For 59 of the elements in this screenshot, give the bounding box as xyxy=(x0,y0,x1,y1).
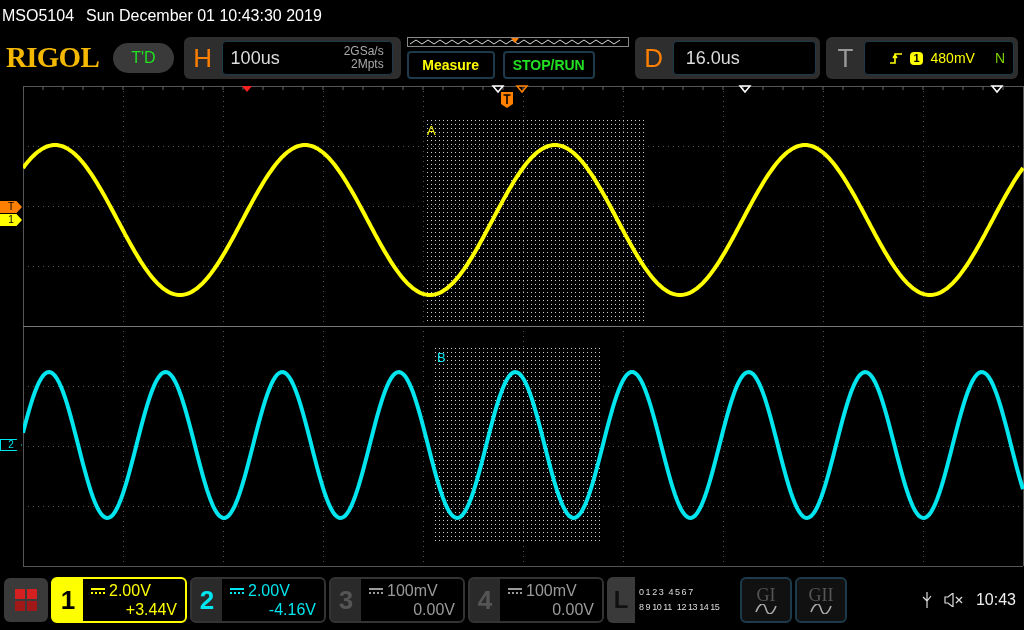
delay-label: D xyxy=(643,41,665,75)
horizontal-label: H xyxy=(192,41,213,75)
channel-numbers: 0 1 2 3 xyxy=(639,586,664,599)
zone-label: A xyxy=(427,122,436,140)
sine-icon xyxy=(755,604,777,614)
dc-coupling-icon xyxy=(91,587,105,594)
trigger-level: 480mV xyxy=(930,48,975,68)
horizontal-panel[interactable]: H 100us 2GSa/s 2Mpts xyxy=(183,37,401,79)
dc-coupling-icon xyxy=(508,587,522,594)
marker-icon xyxy=(738,85,752,94)
trigger-label: T xyxy=(836,41,855,75)
channel-number: 1 xyxy=(59,583,77,617)
model-name: MSO5104 xyxy=(2,6,75,26)
channel-panel[interactable]: 1 2.00V +3.44V xyxy=(51,577,187,623)
channel-numbers: 8 9 10 11 xyxy=(639,601,672,614)
status-badge: T'D xyxy=(113,43,174,73)
trigger-position-icon xyxy=(501,92,513,108)
marker-icon xyxy=(990,85,1004,94)
sine-icon xyxy=(810,604,832,614)
channel-offset: 0.00V xyxy=(413,600,455,619)
channel-numbers: 12 13 14 15 xyxy=(676,601,720,614)
channel-offset: 0.00V xyxy=(552,600,594,619)
timebase-value: 100us xyxy=(230,46,280,70)
stop-run-button[interactable]: STOP/RUN xyxy=(502,51,595,79)
menu-button[interactable] xyxy=(4,578,48,622)
marker-icon xyxy=(242,86,252,92)
channel-marker[interactable]: 1 xyxy=(0,214,22,226)
memory-depth: 2Mpts xyxy=(351,58,384,71)
channel-offset: +3.44V xyxy=(125,600,177,619)
grid-icon xyxy=(15,589,37,611)
channel-scale: 100mV xyxy=(387,581,438,600)
clock-time: 10:43 xyxy=(975,590,1016,610)
memory-overview-icon xyxy=(406,37,629,47)
dc-coupling-icon xyxy=(369,587,383,594)
brand-logo: RIGOL xyxy=(6,40,100,76)
marker-icon xyxy=(491,85,505,94)
trigger-mode: N xyxy=(994,48,1005,68)
usb-icon xyxy=(921,592,932,608)
marker-icon xyxy=(515,85,529,94)
delay-value: 16.0us xyxy=(685,46,740,70)
delay-panel[interactable]: D 16.0us xyxy=(634,37,821,79)
trigger-source: 1 xyxy=(910,51,923,65)
dc-coupling-icon xyxy=(230,587,244,594)
date-time: Sun December 01 10:43:30 2019 xyxy=(86,6,322,26)
rising-edge-icon xyxy=(890,52,903,64)
channel-offset: -4.16V xyxy=(268,600,316,619)
channel-number: 2 xyxy=(198,583,216,617)
channel-marker[interactable]: 2 xyxy=(0,439,22,451)
mute-icon xyxy=(943,593,964,607)
measure-button[interactable]: Measure xyxy=(406,51,495,79)
channel-scale: 2.00V xyxy=(109,581,151,600)
sample-rate: 2GSa/s xyxy=(343,45,384,58)
channel-scale: 2.00V xyxy=(248,581,290,600)
channel-panel[interactable]: 2 2.00V -4.16V xyxy=(190,577,326,623)
channel-scale: 100mV xyxy=(526,581,577,600)
channel-numbers: 4 5 6 7 xyxy=(668,586,693,599)
trigger-panel[interactable]: T 1 480mV N xyxy=(826,37,1018,79)
zone-label: B xyxy=(437,349,446,367)
channel-marker[interactable]: T xyxy=(0,201,22,213)
